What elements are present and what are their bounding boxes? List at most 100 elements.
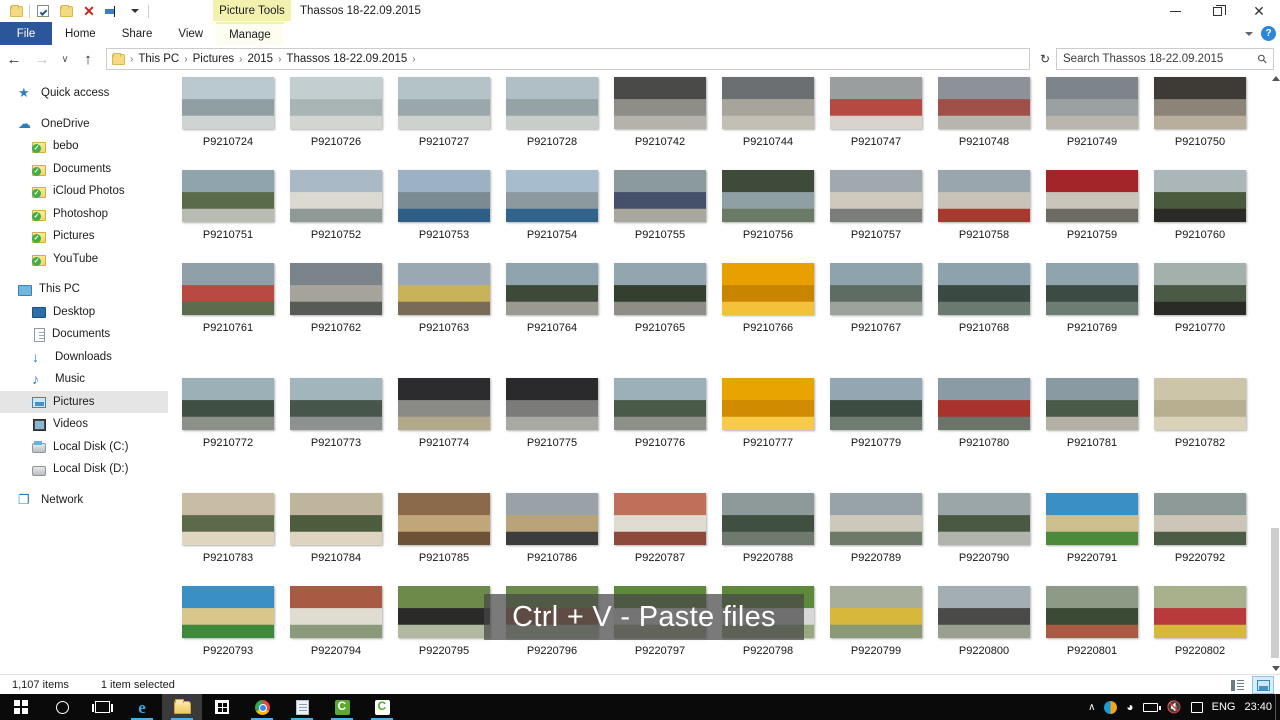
image-tile[interactable]: P9210767 [822, 259, 930, 352]
image-tile[interactable]: P9210782 [1146, 374, 1254, 467]
image-tile[interactable]: P9210727 [390, 73, 498, 166]
start-button[interactable] [0, 694, 42, 720]
sidebar-item-photoshop[interactable]: Photoshop [0, 203, 168, 226]
image-tile[interactable]: P9210784 [282, 489, 390, 582]
sidebar-item-network[interactable]: ❐ Network [0, 489, 168, 512]
image-tile[interactable]: P9210759 [1038, 166, 1146, 259]
speaker-muted-icon[interactable]: 🔇 [1167, 700, 1182, 714]
search-input[interactable]: Search Thassos 18-22.09.2015 ⚲ [1056, 48, 1274, 70]
folder-menu-icon[interactable] [6, 2, 26, 20]
image-tile[interactable]: P9210752 [282, 166, 390, 259]
sidebar-item-onedrive[interactable]: ☁ OneDrive [0, 113, 168, 136]
battery-icon[interactable] [1142, 702, 1161, 712]
breadcrumb[interactable]: › This PC › Pictures › 2015 › Thassos 18-22.09.… [106, 48, 1030, 70]
cortana-search-button[interactable] [42, 694, 82, 720]
image-tile[interactable]: P9220790 [930, 489, 1038, 582]
vertical-scrollbar[interactable] [1270, 73, 1280, 674]
image-tile[interactable]: P9210766 [714, 259, 822, 352]
image-tile[interactable]: P9210753 [390, 166, 498, 259]
breadcrumb-segment[interactable]: Pictures [193, 53, 235, 65]
sidebar-item-videos[interactable]: Videos [0, 413, 168, 436]
image-tile[interactable]: P9210749 [1038, 73, 1146, 166]
image-tile[interactable]: P9210761 [174, 259, 282, 352]
scroll-down-icon[interactable] [1272, 666, 1280, 671]
properties-icon[interactable] [33, 2, 53, 20]
image-tile[interactable]: P9210785 [390, 489, 498, 582]
clock[interactable]: 23:40 [1244, 701, 1272, 713]
tab-view[interactable]: View [165, 22, 216, 45]
sidebar-item-pictures[interactable]: Pictures [0, 225, 168, 248]
image-tile[interactable]: P9210769 [1038, 259, 1146, 352]
back-button[interactable]: ← [0, 45, 28, 73]
close-button[interactable]: ✕ [1238, 0, 1280, 22]
tray-overflow-icon[interactable]: ∧ [1088, 702, 1095, 713]
help-icon[interactable]: ? [1261, 26, 1276, 41]
sidebar-item-icloud-photos[interactable]: iCloud Photos [0, 180, 168, 203]
image-tile[interactable]: P9210762 [282, 259, 390, 352]
new-folder-icon[interactable] [56, 2, 76, 20]
notepad-button[interactable] [282, 694, 322, 720]
image-tile[interactable]: P9210744 [714, 73, 822, 166]
image-tile[interactable]: P9220794 [282, 582, 390, 674]
recent-locations-button[interactable]: ∨ [56, 45, 74, 73]
task-view-button[interactable] [82, 694, 122, 720]
image-tile[interactable]: P9210773 [282, 374, 390, 467]
scroll-up-icon[interactable] [1272, 76, 1280, 81]
tab-home[interactable]: Home [52, 22, 109, 45]
image-tile[interactable]: P9210756 [714, 166, 822, 259]
image-tile[interactable]: P9210760 [1146, 166, 1254, 259]
sidebar-item-youtube[interactable]: YouTube [0, 248, 168, 271]
language-indicator[interactable]: ENG [1212, 701, 1236, 713]
image-tile[interactable]: P9210772 [174, 374, 282, 467]
image-tile[interactable]: P9210755 [606, 166, 714, 259]
image-tile[interactable]: P9210724 [174, 73, 282, 166]
image-tile[interactable]: P9220789 [822, 489, 930, 582]
collapse-ribbon-icon[interactable] [1245, 31, 1253, 36]
sidebar-item-bebo[interactable]: bebo [0, 135, 168, 158]
image-tile[interactable]: P9210774 [390, 374, 498, 467]
breadcrumb-segment[interactable]: 2015 [247, 53, 273, 65]
image-tile[interactable]: P9210780 [930, 374, 1038, 467]
image-tile[interactable]: P9220792 [1146, 489, 1254, 582]
sidebar-item-this-pc[interactable]: This PC [0, 278, 168, 301]
image-tile[interactable]: P9220793 [174, 582, 282, 674]
image-tile[interactable]: P9210728 [498, 73, 606, 166]
delete-icon[interactable]: ✕ [79, 2, 99, 20]
tab-file[interactable]: File [0, 22, 52, 45]
image-tile[interactable]: P9210750 [1146, 73, 1254, 166]
image-tile[interactable]: P9210786 [498, 489, 606, 582]
large-icons-view-button[interactable] [1252, 676, 1274, 694]
refresh-button[interactable]: ↻ [1034, 48, 1056, 70]
action-center-color-icon[interactable] [1104, 700, 1118, 714]
image-tile[interactable]: P9210770 [1146, 259, 1254, 352]
image-tile[interactable]: P9220788 [714, 489, 822, 582]
image-tile[interactable]: P9220802 [1146, 582, 1254, 674]
tab-share[interactable]: Share [109, 22, 166, 45]
image-tile[interactable]: P9210754 [498, 166, 606, 259]
notifications-icon[interactable] [1190, 701, 1203, 713]
up-button[interactable]: ↑ [74, 45, 102, 73]
image-tile[interactable]: P9210757 [822, 166, 930, 259]
store-button[interactable] [202, 694, 242, 720]
sidebar-item-documents[interactable]: Documents [0, 158, 168, 181]
image-tile[interactable]: P9210747 [822, 73, 930, 166]
sidebar-item-downloads[interactable]: ↓ Downloads [0, 346, 168, 369]
sidebar-item-desktop[interactable]: Desktop [0, 301, 168, 324]
breadcrumb-segment[interactable]: This PC [138, 53, 179, 65]
sidebar-item-music[interactable]: ♪ Music [0, 368, 168, 391]
image-tile[interactable]: P9210779 [822, 374, 930, 467]
image-tile[interactable]: P9220795 [390, 582, 498, 674]
image-tile[interactable]: P9210764 [498, 259, 606, 352]
image-tile[interactable]: P9210783 [174, 489, 282, 582]
image-tile[interactable]: P9210751 [174, 166, 282, 259]
image-tile[interactable]: P9220791 [1038, 489, 1146, 582]
tab-manage[interactable]: Manage [216, 22, 284, 45]
image-tile[interactable]: P9220799 [822, 582, 930, 674]
minimize-button[interactable] [1154, 0, 1196, 22]
restore-button[interactable] [1196, 0, 1238, 22]
file-explorer-button[interactable] [162, 694, 202, 720]
camtasia-studio-button[interactable] [362, 694, 402, 720]
image-tile[interactable]: P9220787 [606, 489, 714, 582]
sidebar-item-pictures[interactable]: Pictures [0, 390, 168, 413]
file-list-pane[interactable]: P9210724 P9210726 P9210727 P9210728 P9210742… [168, 73, 1280, 674]
